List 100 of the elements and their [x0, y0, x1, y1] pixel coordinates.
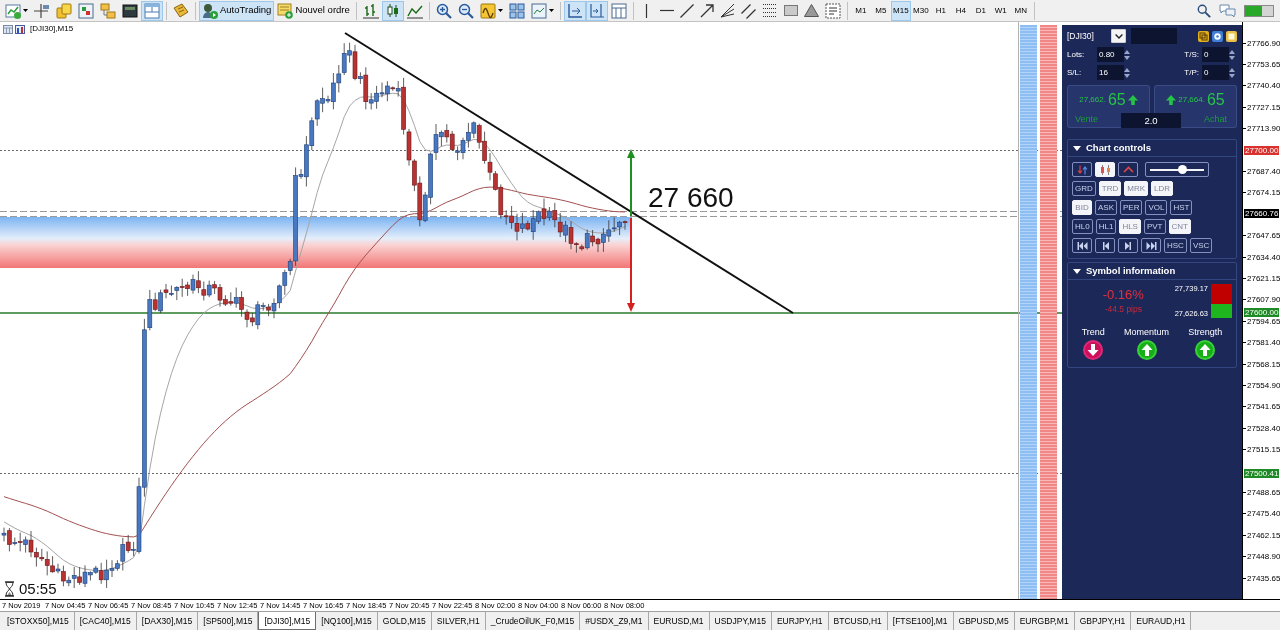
toggle-button[interactable]: HL1: [1095, 219, 1117, 234]
dropdown-button[interactable]: [1111, 29, 1126, 43]
price-tick-label: 27448.90: [1243, 552, 1280, 562]
price-pips-text: 65: [1107, 90, 1126, 109]
number-input[interactable]: 0.80: [1097, 47, 1124, 62]
sell-button[interactable]: 27,662.65: [1067, 85, 1150, 113]
timeframe-button[interactable]: M15: [890, 0, 911, 21]
buy-button[interactable]: 27,664.65: [1154, 85, 1237, 113]
copy-icon[interactable]: [1198, 30, 1209, 42]
toggle-button[interactable]: VOL: [1145, 200, 1168, 215]
price-tick-label: 27581.40: [1243, 338, 1280, 348]
connection-status-icon[interactable]: [1244, 4, 1274, 17]
chart-tab[interactable]: SILVER,H1: [431, 612, 486, 630]
chart-tab[interactable]: EURAUD,H1: [1131, 612, 1192, 630]
slider-track[interactable]: [1145, 162, 1209, 177]
toggle-button[interactable]: PER: [1120, 200, 1143, 215]
icon-toggle-button[interactable]: [1095, 238, 1115, 253]
price-tick-label: 27740.40: [1243, 81, 1280, 91]
autotrading-button[interactable]: AutoTrading: [199, 0, 275, 21]
field-label: T/S:: [1184, 49, 1199, 60]
timeframe-button[interactable]: D1: [970, 0, 991, 21]
chart-tab[interactable]: [CAC40],M15: [74, 612, 137, 630]
number-input[interactable]: 0: [1202, 65, 1229, 80]
search-icon[interactable]: [1197, 3, 1211, 18]
blank-input-field[interactable]: [1131, 28, 1177, 44]
chart-tab[interactable]: _CrudeOilUK_F0,M15: [485, 612, 581, 630]
section-header[interactable]: Symbol information: [1068, 263, 1236, 280]
toggle-button[interactable]: HSC: [1164, 238, 1187, 253]
signal-label: Strength: [1188, 327, 1223, 338]
toggle-button[interactable]: VSC: [1189, 238, 1213, 253]
number-input[interactable]: 0: [1202, 47, 1229, 62]
toggle-button[interactable]: HST: [1170, 200, 1193, 215]
window-icon[interactable]: [1226, 30, 1237, 42]
slider-thumb[interactable]: [1177, 165, 1187, 174]
icon-toggle-button[interactable]: [1072, 162, 1092, 177]
timeframe-button[interactable]: MN: [1010, 0, 1031, 21]
toggle-button[interactable]: HLS: [1119, 219, 1141, 234]
change-percent: -0.16%: [1102, 287, 1144, 303]
toggle-button[interactable]: GRD: [1072, 181, 1096, 196]
price-tick-label: 27634.40: [1243, 252, 1280, 262]
chart-tab[interactable]: [FTSE100],M1: [887, 612, 954, 630]
price-tick-label: 27435.65: [1243, 573, 1280, 583]
toggle-button[interactable]: MRK: [1124, 181, 1148, 196]
price-marker-label: 27660.76: [1244, 208, 1280, 218]
chart-tab[interactable]: EURGBP,M1: [1014, 612, 1075, 630]
toggle-button[interactable]: PVT: [1143, 219, 1166, 234]
icon-toggle-button[interactable]: [1118, 162, 1138, 177]
field-label: Lots:: [1067, 49, 1086, 60]
timeframe-button[interactable]: H4: [950, 0, 971, 21]
chart-tab[interactable]: EURJPY,H1: [771, 612, 829, 630]
timeframe-button[interactable]: M5: [870, 0, 891, 21]
toggle-button[interactable]: BID: [1072, 200, 1092, 215]
signal-label: Momentum: [1124, 327, 1170, 338]
symbol-label: [DJI30]: [1067, 30, 1095, 42]
toggle-button[interactable]: LDR: [1151, 181, 1174, 196]
new-order-button[interactable]: Nouvel ordre: [274, 0, 353, 21]
chart-tab[interactable]: GBPUSD,M5: [953, 612, 1015, 630]
price-tick-label: 27753.65: [1243, 59, 1280, 69]
price-tick-label: 27541.65: [1243, 402, 1280, 412]
price-marker-label: 27600.00: [1244, 307, 1280, 317]
timeframe-button[interactable]: M30: [910, 0, 931, 21]
chart-tab[interactable]: GBPJPY,H1: [1074, 612, 1132, 630]
price-tick-label: 27607.90: [1243, 295, 1280, 305]
icon-toggle-button[interactable]: [1072, 238, 1092, 253]
arrow-up-circle-icon: [1195, 340, 1216, 360]
timeframe-button[interactable]: M1: [850, 0, 871, 21]
section-header[interactable]: Chart controls: [1068, 140, 1236, 157]
chart-tab[interactable]: USDJPY,M15: [709, 612, 772, 630]
price-text: 27,664.: [1178, 94, 1205, 105]
icon-toggle-button[interactable]: [1141, 238, 1161, 253]
chart-tab[interactable]: GOLD,M15: [377, 612, 432, 630]
chart-tab[interactable]: #USDX_Z9,M1: [580, 612, 649, 630]
chart-tab[interactable]: [NQ100],M15: [316, 612, 378, 630]
toggle-button[interactable]: ASK: [1095, 200, 1117, 215]
price-tick-label: 27713.90: [1243, 124, 1280, 134]
toggle-button[interactable]: TRD: [1098, 181, 1122, 196]
price-pips-text: 65: [1206, 90, 1225, 109]
toggle-button[interactable]: HL0: [1072, 219, 1093, 234]
bar-chart-icon: [15, 24, 25, 34]
table-icon: [3, 24, 13, 34]
chart-tab[interactable]: [STOXX50],M15: [2, 612, 75, 630]
signal-label: Trend: [1081, 327, 1105, 338]
arrow-up-circle-icon: [1136, 340, 1157, 360]
chart-tab[interactable]: EURUSD,M1: [648, 612, 710, 630]
number-input[interactable]: 16: [1097, 65, 1124, 80]
price-tick-label: 27674.15: [1243, 188, 1280, 198]
price-tick-label: 27515.15: [1243, 445, 1280, 455]
timeframe-button[interactable]: H1: [930, 0, 951, 21]
timeframe-button[interactable]: W1: [990, 0, 1011, 21]
price-annotation: 27 660: [648, 183, 734, 213]
chat-bubbles-icon[interactable]: [1219, 3, 1236, 18]
settings-icon[interactable]: [1212, 30, 1223, 42]
icon-toggle-button[interactable]: [1118, 238, 1138, 253]
price-tick-label: 27727.15: [1243, 102, 1280, 112]
price-marker-label: 27700.00: [1244, 145, 1280, 155]
toggle-button[interactable]: CNT: [1168, 219, 1191, 234]
countdown-timer: 05:55: [19, 580, 57, 597]
chart-tab[interactable]: [DJI30],M15: [258, 612, 317, 630]
chart-tab[interactable]: BTCUSD,H1: [828, 612, 888, 630]
chart-tab[interactable]: [DAX30],M15: [136, 612, 199, 630]
